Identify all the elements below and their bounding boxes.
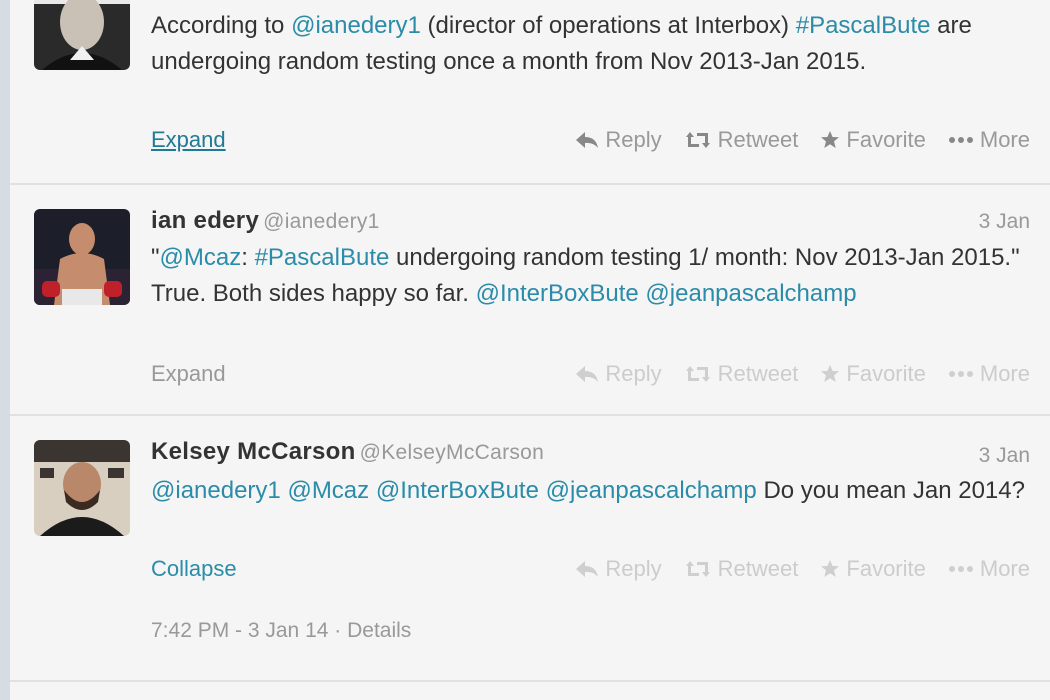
tweet-text: According to @ianedery1 (director of ope… (151, 12, 972, 75)
hashtag-link[interactable]: #PascalBute (796, 12, 931, 39)
retweet-icon (684, 365, 712, 383)
retweet-button[interactable]: Retweet (684, 556, 798, 582)
author-handle[interactable]: @ianedery1 (263, 210, 380, 233)
tweet-timestamp[interactable]: 3 Jan (979, 210, 1030, 234)
retweet-button[interactable]: Retweet (684, 361, 798, 387)
more-button[interactable]: More (948, 556, 1030, 582)
mention-link[interactable]: @jeanpascalchamp (645, 280, 856, 307)
tweet-3: Kelsey McCarson @KelseyMcCarson 3 Jan @ia… (10, 416, 1050, 682)
reply-icon (575, 560, 599, 578)
reply-icon (575, 131, 599, 149)
more-dots-icon (948, 370, 974, 378)
tweet-actions: Reply Retweet Favorite More (575, 361, 1030, 387)
more-button[interactable]: More (948, 127, 1030, 153)
tweet-1: According to @ianedery1 (director of ope… (10, 0, 1050, 185)
author-name[interactable]: Kelsey McCarson @KelseyMcCarson (151, 438, 544, 466)
reply-button[interactable]: Reply (575, 556, 662, 582)
more-dots-icon (948, 136, 974, 144)
expand-link[interactable]: Expand (151, 361, 226, 387)
avatar[interactable] (34, 209, 130, 305)
author-handle[interactable]: @KelseyMcCarson (360, 441, 545, 464)
collapse-link[interactable]: Collapse (151, 556, 237, 582)
mention-link[interactable]: @InterBoxBute (376, 477, 539, 504)
retweet-icon (684, 560, 712, 578)
tweet-actions: Reply Retweet Favorite More (575, 127, 1030, 153)
favorite-button[interactable]: Favorite (820, 556, 926, 582)
mention-link[interactable]: @Mcaz (160, 244, 242, 271)
hashtag-link[interactable]: #PascalBute (255, 244, 390, 271)
reply-button[interactable]: Reply (575, 361, 662, 387)
star-icon (820, 364, 840, 384)
timeline-left-border (0, 0, 10, 700)
retweet-icon (684, 131, 712, 149)
tweet-meta-details[interactable]: 7:42 PM - 3 Jan 14 · Details (151, 619, 411, 643)
tweet-actions: Reply Retweet Favorite More (575, 556, 1030, 582)
avatar[interactable] (34, 0, 130, 70)
star-icon (820, 559, 840, 579)
tweet-text: "@Mcaz: #PascalBute undergoing random te… (151, 244, 1020, 307)
expand-link[interactable]: Expand (151, 127, 226, 153)
more-dots-icon (948, 565, 974, 573)
mention-link[interactable]: @Mcaz (287, 477, 369, 504)
tweet-2: ian edery @ianedery1 3 Jan "@Mcaz: #Pasca… (10, 185, 1050, 416)
favorite-button[interactable]: Favorite (820, 361, 926, 387)
favorite-button[interactable]: Favorite (820, 127, 926, 153)
reply-button[interactable]: Reply (575, 127, 662, 153)
mention-link[interactable]: @jeanpascalchamp (546, 477, 757, 504)
author-name[interactable]: ian edery @ianedery1 (151, 207, 380, 235)
more-button[interactable]: More (948, 361, 1030, 387)
avatar[interactable] (34, 440, 130, 536)
mention-link[interactable]: @ianedery1 (151, 477, 281, 504)
star-icon (820, 130, 840, 150)
retweet-button[interactable]: Retweet (684, 127, 798, 153)
reply-icon (575, 365, 599, 383)
tweet-text: @ianedery1 @Mcaz @InterBoxBute @jeanpasc… (151, 477, 1025, 504)
mention-link[interactable]: @InterBoxBute (476, 280, 639, 307)
tweet-timestamp[interactable]: 3 Jan (979, 444, 1030, 468)
mention-link[interactable]: @ianedery1 (291, 12, 421, 39)
